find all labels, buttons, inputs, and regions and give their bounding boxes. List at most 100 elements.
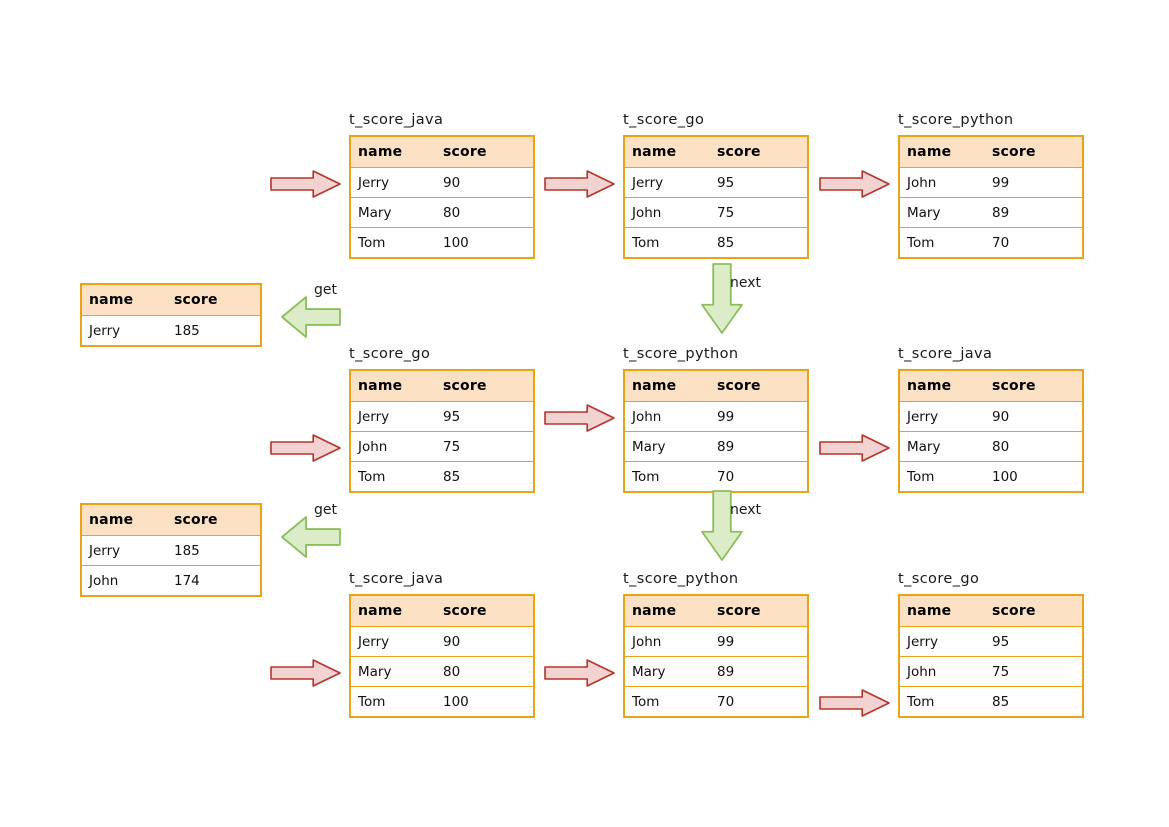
column-header-name: name — [358, 144, 403, 160]
cell-score: 99 — [717, 408, 735, 425]
table-row: Jerry 185 — [82, 315, 260, 345]
cell-name: Jerry — [358, 174, 390, 191]
cell-score: 75 — [717, 204, 735, 221]
pointer-arrow-right-icon — [544, 169, 616, 199]
pointer-arrow-right-icon — [819, 433, 891, 463]
cell-name: Tom — [632, 468, 660, 485]
get-arrow-label: get — [314, 282, 337, 298]
table-header-row: name score — [625, 371, 807, 401]
table-row: John 75 — [625, 197, 807, 227]
cell-name: John — [358, 438, 388, 455]
cell-score: 80 — [443, 663, 461, 680]
cell-name: Tom — [632, 234, 660, 251]
table-header-row: name score — [900, 596, 1082, 626]
cell-score: 90 — [443, 174, 461, 191]
table-title: t_score_python — [898, 112, 1014, 128]
next-arrow-down-icon — [700, 490, 744, 562]
cell-score: 100 — [992, 468, 1018, 485]
table-header-row: name score — [625, 596, 807, 626]
pointer-arrow-right-icon — [819, 169, 891, 199]
table-row: Jerry 95 — [625, 167, 807, 197]
table-header-row: name score — [351, 371, 533, 401]
cell-name: Jerry — [358, 633, 390, 650]
get-arrow-label: get — [314, 502, 337, 518]
cell-score: 89 — [717, 663, 735, 680]
pointer-arrow-right-icon — [270, 658, 342, 688]
cell-name: John — [632, 633, 662, 650]
data-table: name score Jerry 185 John 174 — [80, 503, 262, 597]
table-row: Tom 85 — [900, 686, 1082, 716]
pointer-arrow-right-icon — [270, 433, 342, 463]
cell-name: Tom — [907, 468, 935, 485]
table-header-row: name score — [625, 137, 807, 167]
cell-score: 95 — [992, 633, 1010, 650]
cell-score: 185 — [174, 322, 200, 339]
column-header-score: score — [717, 378, 761, 394]
table-row: John 174 — [82, 565, 260, 595]
table-row: John 75 — [900, 656, 1082, 686]
table-row: Tom 100 — [351, 227, 533, 257]
pointer-arrow-right-icon — [819, 688, 891, 718]
cell-name: Mary — [907, 438, 941, 455]
cell-name: Jerry — [632, 174, 664, 191]
table-block-t_score_python: t_score_python name score John 99 Mary 89 Tom 70 — [623, 571, 809, 718]
table-row: Jerry 95 — [900, 626, 1082, 656]
next-arrow-down-icon — [700, 263, 744, 335]
table-title: t_score_go — [623, 112, 705, 128]
table-block-t_score_java: t_score_java name score Jerry 90 Mary 80 Tom 100 — [349, 112, 535, 259]
data-table: name score John 99 Mary 89 Tom 70 — [623, 369, 809, 493]
cell-score: 85 — [717, 234, 735, 251]
column-header-score: score — [992, 144, 1036, 160]
cell-name: John — [907, 663, 937, 680]
table-block-t_score_go: t_score_go name score Jerry 95 John 75 Tom 85 — [349, 346, 535, 493]
table-header-row: name score — [900, 137, 1082, 167]
column-header-score: score — [174, 512, 218, 528]
table-block-t_score_python: t_score_python name score John 99 Mary 89 Tom 70 — [623, 346, 809, 493]
cell-name: Mary — [907, 204, 941, 221]
cell-score: 185 — [174, 542, 200, 559]
table-row: Tom 100 — [351, 686, 533, 716]
table-block-t_score_python: t_score_python name score John 99 Mary 89 Tom 70 — [898, 112, 1084, 259]
column-header-name: name — [89, 512, 134, 528]
column-header-name: name — [358, 378, 403, 394]
cell-name: John — [632, 204, 662, 221]
table-block-t_score_java: t_score_java name score Jerry 90 Mary 80 Tom 100 — [349, 571, 535, 718]
cell-score: 70 — [992, 234, 1010, 251]
data-table: name score John 99 Mary 89 Tom 70 — [623, 594, 809, 718]
cell-score: 100 — [443, 234, 469, 251]
table-title: t_score_java — [349, 112, 444, 128]
table-row: Mary 80 — [351, 197, 533, 227]
data-table: name score Jerry 185 — [80, 283, 262, 347]
table-block-t_score_go: t_score_go name score Jerry 95 John 75 Tom 85 — [898, 571, 1084, 718]
table-title: t_score_go — [349, 346, 431, 362]
table-row: Jerry 185 — [82, 535, 260, 565]
cell-score: 100 — [443, 693, 469, 710]
pointer-arrow-right-icon — [544, 658, 616, 688]
get-arrow-left-icon — [280, 295, 342, 339]
column-header-name: name — [632, 603, 677, 619]
table-title: t_score_python — [623, 346, 739, 362]
data-table: name score Jerry 95 John 75 Tom 85 — [623, 135, 809, 259]
table-row: John 75 — [351, 431, 533, 461]
cell-score: 70 — [717, 468, 735, 485]
table-row: Tom 70 — [625, 461, 807, 491]
cell-score: 75 — [443, 438, 461, 455]
cell-score: 95 — [717, 174, 735, 191]
cell-name: John — [907, 174, 937, 191]
cell-name: Mary — [358, 204, 392, 221]
next-arrow-label: next — [730, 275, 762, 291]
column-header-name: name — [89, 292, 134, 308]
column-header-score: score — [174, 292, 218, 308]
pointer-arrow-right-icon — [544, 403, 616, 433]
table-title: t_score_java — [898, 346, 993, 362]
cell-name: Tom — [358, 468, 386, 485]
table-row: Jerry 90 — [900, 401, 1082, 431]
table-row: Tom 70 — [900, 227, 1082, 257]
cell-score: 89 — [992, 204, 1010, 221]
table-row: Tom 100 — [900, 461, 1082, 491]
cell-name: Jerry — [89, 322, 121, 339]
cell-score: 99 — [992, 174, 1010, 191]
table-row: John 99 — [625, 626, 807, 656]
table-row: Mary 80 — [351, 656, 533, 686]
column-header-name: name — [907, 378, 952, 394]
